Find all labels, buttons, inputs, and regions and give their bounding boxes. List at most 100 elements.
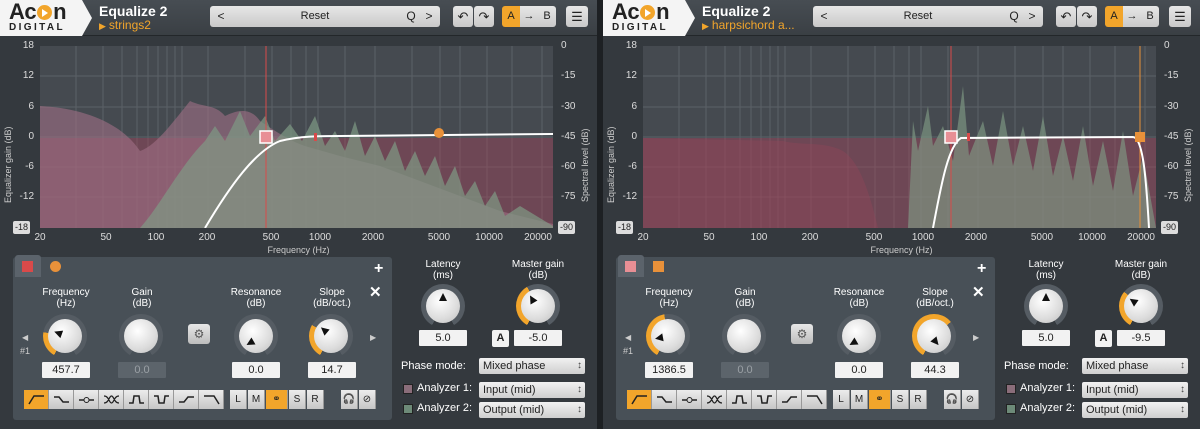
preset-name[interactable]: ▶ harpsichord a... [702,18,795,32]
frequency-knob[interactable] [646,314,690,358]
slope-knob[interactable] [309,314,353,358]
analyzer-1-dropdown[interactable]: Input (mid) [479,382,585,398]
ab-copy-button[interactable]: → [1123,6,1141,27]
resonance-value[interactable]: 0.0 [835,362,883,378]
highpass-shape-button[interactable] [627,390,652,409]
headphones-icon[interactable]: 🎧 [944,390,961,409]
latency-value[interactable]: 5.0 [1022,330,1070,346]
band-2-handle[interactable] [434,128,444,138]
resonance-marker[interactable] [314,133,317,141]
channel-r-button[interactable]: R [307,390,324,409]
gain-value[interactable]: 0.0 [721,362,769,378]
highshelf-shape-button[interactable] [174,390,199,409]
channel-r-button[interactable]: R [910,390,927,409]
analyzer-2-dropdown[interactable]: Output (mid) [479,402,585,418]
master-gain-knob[interactable] [1119,284,1163,328]
menu-button[interactable]: ☰ [1169,6,1191,27]
frequency-knob[interactable] [43,314,87,358]
preset-prev-button[interactable]: < [815,6,833,27]
redo-button[interactable]: ↷ [1077,6,1097,27]
close-band-button[interactable]: ✕ [369,283,382,301]
prev-band-icon[interactable]: ◀ [22,333,28,342]
latency-value[interactable]: 5.0 [419,330,467,346]
lowshelf-shape-button[interactable] [652,390,677,409]
slope-knob[interactable] [912,314,956,358]
next-band-icon[interactable]: ▶ [370,333,376,342]
ab-copy-button[interactable]: → [520,6,538,27]
close-band-button[interactable]: ✕ [972,283,985,301]
undo-button[interactable]: ↶ [453,6,473,27]
resonance-marker[interactable] [967,133,970,141]
redo-button[interactable]: ↷ [474,6,494,27]
band-tab-2[interactable] [646,255,672,277]
channel-s-button[interactable]: S [892,390,909,409]
bypass-icon[interactable]: ⊘ [962,390,979,409]
analyzer-2-dropdown[interactable]: Output (mid) [1082,402,1188,418]
peak-shape-button[interactable] [677,390,702,409]
search-icon[interactable]: Q [1005,6,1023,27]
lowpass-shape-button[interactable] [802,390,827,409]
auto-gain-button[interactable]: A [1095,330,1112,347]
master-gain-value[interactable]: -5.0 [514,330,562,346]
eq-graph[interactable] [643,46,1156,228]
lowpass-shape-button[interactable] [199,390,224,409]
gain-knob[interactable] [119,314,163,358]
master-gain-value[interactable]: -9.5 [1117,330,1165,346]
bypass-icon[interactable]: ⊘ [359,390,376,409]
channel-s-button[interactable]: S [289,390,306,409]
add-band-button[interactable]: + [374,260,383,278]
channel-stereo-button[interactable]: ⚭ [266,390,288,409]
channel-l-button[interactable]: L [230,390,247,409]
preset-prev-button[interactable]: < [212,6,230,27]
resonance-value[interactable]: 0.0 [232,362,280,378]
gain-value[interactable]: 0.0 [118,362,166,378]
notch-shape-button[interactable] [702,390,727,409]
preset-reset-field[interactable]: Reset [833,6,1003,27]
bandstop-shape-button[interactable] [149,390,174,409]
frequency-value[interactable]: 457.7 [42,362,90,378]
phase-mode-dropdown[interactable]: Mixed phase [1082,358,1188,374]
highpass-shape-button[interactable] [24,390,49,409]
analyzer-1-dropdown[interactable]: Input (mid) [1082,382,1188,398]
master-gain-knob[interactable] [516,284,560,328]
band-1-handle[interactable] [944,130,958,144]
peak-shape-button[interactable] [74,390,99,409]
channel-stereo-button[interactable]: ⚭ [869,390,891,409]
search-icon[interactable]: Q [402,6,420,27]
ab-b-button[interactable]: B [538,6,556,27]
bandstop-shape-button[interactable] [752,390,777,409]
band-tab-1[interactable] [618,255,644,277]
latency-knob[interactable] [1024,284,1068,328]
bandpass-shape-button[interactable] [124,390,149,409]
band-2-handle[interactable] [1135,132,1145,142]
channel-m-button[interactable]: M [851,390,868,409]
ab-a-button[interactable]: A [1105,6,1123,27]
preset-next-button[interactable]: > [1023,6,1041,27]
resonance-knob[interactable] [837,314,881,358]
preset-next-button[interactable]: > [420,6,438,27]
gear-icon[interactable]: ⚙ [791,324,813,344]
bandpass-shape-button[interactable] [727,390,752,409]
highshelf-shape-button[interactable] [777,390,802,409]
add-band-button[interactable]: + [977,260,986,278]
preset-name[interactable]: ▶ strings2 [99,18,151,32]
preset-reset-field[interactable]: Reset [230,6,400,27]
slope-value[interactable]: 44.3 [911,362,959,378]
latency-knob[interactable] [421,284,465,328]
frequency-value[interactable]: 1386.5 [645,362,693,378]
resonance-knob[interactable] [234,314,278,358]
band-tab-1[interactable] [15,255,41,277]
eq-graph[interactable] [40,46,553,228]
notch-shape-button[interactable] [99,390,124,409]
channel-m-button[interactable]: M [248,390,265,409]
band-tab-2[interactable] [43,255,69,277]
headphones-icon[interactable]: 🎧 [341,390,358,409]
lowshelf-shape-button[interactable] [49,390,74,409]
band-1-handle[interactable] [259,130,273,144]
next-band-icon[interactable]: ▶ [973,333,979,342]
auto-gain-button[interactable]: A [492,330,509,347]
ab-a-button[interactable]: A [502,6,520,27]
slope-value[interactable]: 14.7 [308,362,356,378]
gear-icon[interactable]: ⚙ [188,324,210,344]
prev-band-icon[interactable]: ◀ [625,333,631,342]
